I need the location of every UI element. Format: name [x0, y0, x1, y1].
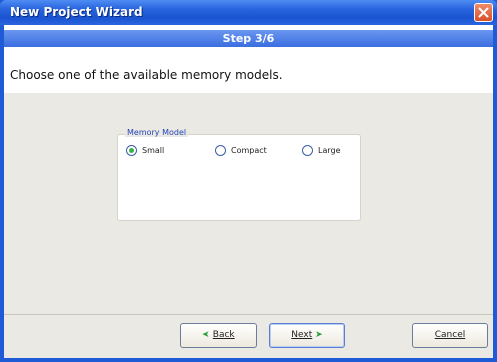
back-button-label: Back: [212, 330, 235, 340]
radio-selected-dot: [129, 148, 134, 153]
cancel-button-label: Cancel: [434, 330, 466, 340]
window-title: New Project Wizard: [10, 5, 143, 19]
button-bar: ➤ Back Next ➤ Cancel: [4, 314, 493, 358]
next-button-label: Next: [291, 330, 313, 340]
memory-model-group: Memory Model Small Compact Large: [117, 128, 361, 221]
close-icon: [478, 7, 489, 18]
radio-small[interactable]: Small: [126, 145, 186, 159]
step-indicator: Step 3/6: [222, 32, 275, 45]
cancel-button[interactable]: Cancel: [412, 323, 488, 348]
radio-large-label: Large: [318, 146, 341, 155]
radio-small-label: Small: [142, 146, 165, 155]
next-button[interactable]: Next ➤: [269, 323, 345, 348]
memory-model-legend: Memory Model: [125, 128, 189, 137]
options-panel: Memory Model Small Compact Large: [4, 93, 493, 314]
title-bar[interactable]: New Project Wizard: [0, 0, 497, 25]
wizard-content: Step 3/6 Choose one of the available mem…: [4, 25, 493, 358]
radio-button-icon: [126, 145, 137, 156]
arrow-right-icon: ➤: [315, 330, 323, 340]
radio-button-icon: [302, 145, 313, 156]
arrow-left-icon: ➤: [202, 330, 210, 340]
instruction-text: Choose one of the available memory model…: [10, 68, 283, 82]
radio-compact-label: Compact: [231, 146, 267, 155]
step-bar: Step 3/6: [4, 30, 493, 47]
radio-button-icon: [215, 145, 226, 156]
radio-compact[interactable]: Compact: [215, 145, 285, 159]
close-button[interactable]: [474, 3, 493, 22]
wizard-window: New Project Wizard Step 3/6 Choose one o…: [0, 0, 497, 362]
radio-large[interactable]: Large: [302, 145, 357, 159]
back-button[interactable]: ➤ Back: [180, 323, 257, 348]
